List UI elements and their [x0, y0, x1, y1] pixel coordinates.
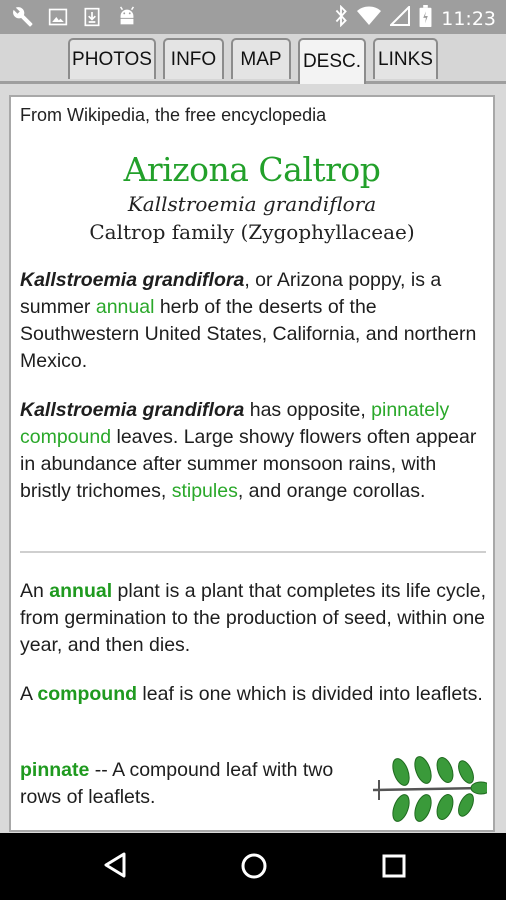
image-icon [48, 7, 68, 32]
description-paragraph-1: Kallstroemia grandiflora, or Arizona pop… [20, 269, 477, 372]
page-title: Arizona Caltrop [123, 150, 381, 189]
recents-icon[interactable] [381, 853, 407, 884]
description-panel[interactable]: From Wikipedia, the free encyclopedia Ar… [9, 95, 495, 832]
source-line: From Wikipedia, the free encyclopedia [20, 105, 327, 125]
link-annual[interactable]: annual [96, 296, 155, 318]
status-bar: 11:23 [0, 0, 506, 34]
download-icon [82, 6, 102, 33]
tab-links[interactable]: LINKS [373, 38, 438, 79]
term-pinnate: pinnate [20, 759, 90, 781]
section-divider [20, 551, 486, 553]
bluetooth-icon [334, 4, 348, 32]
wrench-icon [12, 6, 34, 33]
plant-family: Caltrop family (Zygophyllaceae) [89, 220, 415, 244]
description-paragraph-2: Kallstroemia grandiflora has opposite, p… [20, 399, 477, 502]
term-annual: annual [49, 580, 113, 602]
pinnate-leaf-icon [371, 752, 492, 830]
tab-photos[interactable]: PHOTOS [68, 38, 156, 79]
glossary-annual: An annual plant is a plant that complete… [20, 580, 487, 656]
glossary-compound: A compound leaf is one which is divided … [20, 683, 483, 705]
back-icon[interactable] [102, 851, 128, 884]
tab-map[interactable]: MAP [231, 38, 291, 79]
species-name: Kallstroemia grandiflora [20, 269, 245, 291]
tab-desc[interactable]: DESC. [298, 38, 366, 84]
tab-bar: PHOTOS INFO MAP DESC. LINKS [0, 34, 506, 84]
species-name: Kallstroemia grandiflora [20, 399, 245, 421]
glossary-pinnate: pinnate -- A compound leaf with two rows… [20, 759, 334, 808]
navigation-bar [0, 833, 506, 900]
status-time: 11:23 [441, 7, 496, 30]
term-compound: compound [37, 683, 138, 705]
android-icon [116, 6, 138, 33]
battery-icon [419, 5, 432, 32]
wifi-icon [357, 6, 382, 31]
tab-baseline [0, 81, 506, 84]
home-icon[interactable] [239, 851, 269, 886]
tab-info[interactable]: INFO [163, 38, 224, 79]
scientific-name: Kallstroemia grandiflora [127, 192, 377, 216]
signal-icon [388, 4, 411, 31]
link-stipules[interactable]: stipules [172, 480, 238, 502]
